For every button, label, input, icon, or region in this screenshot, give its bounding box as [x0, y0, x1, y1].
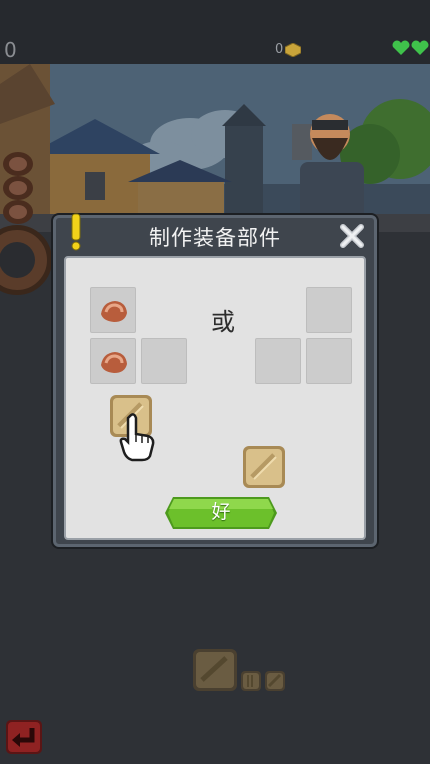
or-label: 或	[211, 308, 235, 336]
recipe-slot-ore-1	[90, 287, 136, 333]
coin-count: 0	[275, 42, 284, 57]
coin-icon	[285, 42, 302, 57]
recipe-slot-empty[interactable]	[255, 338, 301, 384]
back-arrow-icon	[6, 720, 42, 754]
recipe-slot-empty[interactable]	[141, 338, 187, 384]
game-scene-background	[0, 64, 430, 232]
craft-dialog: 制作装备部件 或 好	[53, 213, 377, 547]
ore-icon	[101, 301, 127, 322]
coin-counter: 0	[275, 42, 302, 57]
pointer-hand-icon	[118, 412, 158, 466]
recipe-slot-empty[interactable]	[306, 287, 352, 333]
plank-result-tile[interactable]	[242, 445, 286, 489]
close-button[interactable]	[338, 222, 366, 250]
back-button[interactable]	[4, 718, 44, 756]
top-hud: 0 0	[0, 0, 430, 64]
ok-button-label: 好	[211, 501, 231, 523]
recipe-panel: 或 好	[64, 256, 366, 540]
lives-display	[392, 40, 429, 56]
heart-icon	[411, 40, 429, 55]
plank-icon	[193, 649, 237, 691]
ore-icon	[101, 352, 127, 373]
score-counter: 0	[4, 38, 17, 62]
bottom-inventory	[192, 648, 286, 692]
side-wheel-ore-icon	[0, 242, 35, 278]
recipe-slot-ore-2	[90, 338, 136, 384]
plank-icon	[265, 671, 285, 691]
dialog-title: 制作装备部件	[149, 226, 281, 250]
heart-icon	[392, 40, 410, 55]
plank-icon	[243, 446, 285, 488]
plank-icon	[241, 671, 261, 691]
side-ore-stack	[0, 150, 40, 230]
close-icon	[340, 224, 364, 248]
ok-button[interactable]: 好	[165, 497, 277, 529]
recipe-slot-empty[interactable]	[306, 338, 352, 384]
